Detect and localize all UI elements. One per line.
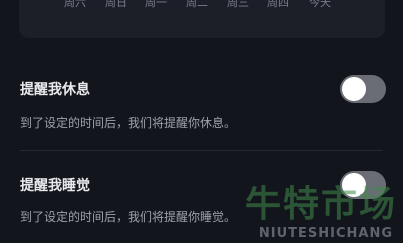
reminder-settings-screen: 周六 周日 周一 周二 周三 周四 今天 提醒我休息 到了设定的时间后，我们将提… [0,0,403,243]
rest-reminder-toggle[interactable] [340,75,386,103]
toggle-knob [342,173,366,197]
day-label-sat: 周六 [64,0,86,9]
day-label-tue: 周二 [186,0,208,9]
sleep-reminder-description: 到了设定的时间后，我们将提醒你睡觉。 [20,210,237,224]
day-labels: 周六 周日 周一 周二 周三 周四 今天 [64,0,364,10]
rest-reminder-title: 提醒我休息 [20,82,90,98]
rest-reminder-description: 到了设定的时间后，我们将提醒你休息。 [20,116,237,130]
sleep-reminder-row: 提醒我睡觉 到了设定的时间后，我们将提醒你睡觉。 [0,165,403,243]
day-label-wed: 周三 [227,0,249,9]
sleep-reminder-title: 提醒我睡觉 [20,178,90,194]
day-label-mon: 周一 [145,0,167,9]
sleep-reminder-toggle[interactable] [340,171,386,199]
day-label-today: 今天 [309,0,331,9]
divider [20,150,383,151]
day-label-thu: 周四 [267,0,289,9]
rest-reminder-row: 提醒我休息 到了设定的时间后，我们将提醒你休息。 [0,70,403,140]
weekly-chart-card: 周六 周日 周一 周二 周三 周四 今天 [19,0,385,38]
day-label-sun: 周日 [105,0,127,9]
toggle-knob [342,77,366,101]
